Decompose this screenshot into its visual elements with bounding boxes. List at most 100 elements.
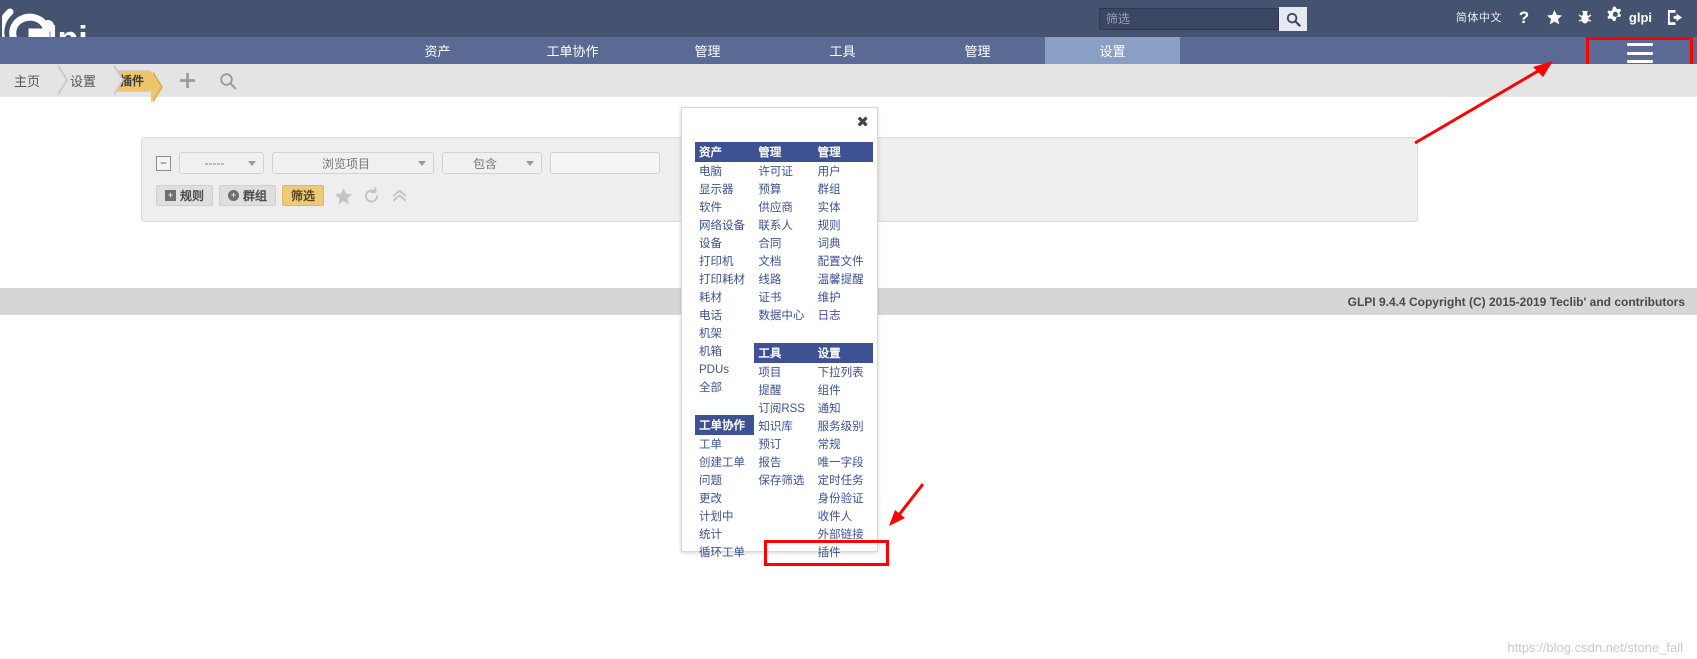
menu-item[interactable]: 证书	[754, 289, 813, 307]
menu-item-plugins[interactable]: 插件	[814, 544, 873, 562]
column-assets-tickets: 资产电脑显示器软件网络设备设备打印机打印耗材耗材电话机架机箱PDUs全部.工单协…	[695, 142, 755, 562]
menu-item[interactable]: 常规	[814, 436, 873, 454]
menu-group-header[interactable]: 管理	[754, 142, 814, 162]
menu-item[interactable]: 计划中	[695, 508, 754, 526]
collapse-chevron-icon[interactable]	[391, 187, 408, 204]
menu-item[interactable]: 供应商	[754, 199, 813, 217]
operator-select[interactable]: 包含	[442, 152, 542, 174]
menu-item[interactable]: 文档	[754, 253, 813, 271]
favorite-star-icon[interactable]	[334, 187, 353, 205]
menu-item[interactable]: 创建工单	[695, 454, 754, 472]
nav-item-administration[interactable]: 管理	[910, 37, 1045, 64]
menu-item[interactable]: 统计	[695, 526, 754, 544]
menu-item[interactable]: 知识库	[754, 418, 813, 436]
add-icon[interactable]	[178, 71, 197, 90]
criteria-value-input[interactable]	[550, 152, 660, 174]
main-navigation-bar: 资产 工单协作 管理 工具 管理 设置	[0, 37, 1697, 92]
menu-item[interactable]: 维护	[814, 289, 873, 307]
question-mark-icon[interactable]: ?	[1516, 8, 1532, 26]
menu-item[interactable]: 更改	[695, 490, 754, 508]
menu-item[interactable]: 设备	[695, 235, 754, 253]
menu-item[interactable]: 线路	[754, 271, 813, 289]
nav-item-tools[interactable]: 工具	[775, 37, 910, 64]
menu-item[interactable]: 身份验证	[814, 490, 873, 508]
menu-item[interactable]: 组件	[814, 382, 873, 400]
menu-item[interactable]: 显示器	[695, 181, 754, 199]
menu-item[interactable]: 温馨提醒	[814, 271, 873, 289]
logout-icon[interactable]	[1666, 9, 1685, 26]
chevron-down-icon	[526, 160, 534, 166]
nav-item-setup[interactable]: 设置	[1045, 37, 1180, 64]
menu-item[interactable]: 下拉列表	[814, 364, 873, 382]
menu-item[interactable]: 工单	[695, 436, 754, 454]
menu-item[interactable]: 唯一字段	[814, 454, 873, 472]
menu-group-header[interactable]: 工单协作	[695, 415, 755, 435]
menu-item[interactable]: PDUs	[695, 361, 754, 379]
breadcrumb-item-home[interactable]: 主页	[0, 64, 69, 97]
apply-filter-button[interactable]: 筛选	[282, 185, 325, 206]
close-icon[interactable]: ✖	[856, 115, 869, 130]
menu-item[interactable]: 通知	[814, 400, 873, 418]
search-button[interactable]	[1279, 7, 1307, 31]
main-nav-items: 资产 工单协作 管理 工具 管理 设置	[370, 37, 1180, 64]
logic-select[interactable]: -----	[179, 152, 264, 174]
hamburger-menu-icon	[1626, 43, 1653, 63]
menu-group-header[interactable]: 管理	[813, 142, 873, 162]
menu-item[interactable]: 外部链接	[814, 526, 873, 544]
menu-item[interactable]: 配置文件	[814, 253, 873, 271]
nav-item-management[interactable]: 管理	[640, 37, 775, 64]
menu-item[interactable]: 报告	[754, 454, 813, 472]
menu-item[interactable]: 循环工单	[695, 544, 754, 562]
menu-item[interactable]: 合同	[754, 235, 813, 253]
menu-group-header[interactable]: 资产	[695, 142, 755, 162]
menu-item[interactable]: 机架	[695, 325, 754, 343]
collapse-criteria-icon[interactable]: −	[156, 155, 171, 171]
menu-item[interactable]: 耗材	[695, 289, 754, 307]
menu-item[interactable]: 全部	[695, 379, 754, 397]
menu-item[interactable]: 打印耗材	[695, 271, 754, 289]
star-icon[interactable]	[1546, 9, 1563, 25]
menu-item[interactable]: 收件人	[814, 508, 873, 526]
add-group-button[interactable]: + 群组	[219, 185, 277, 206]
menu-item[interactable]: 用户	[814, 163, 873, 181]
search-input[interactable]	[1099, 8, 1279, 30]
user-menu[interactable]: glpi	[1607, 6, 1652, 28]
menu-item[interactable]: 词典	[814, 235, 873, 253]
menu-item[interactable]: 机箱	[695, 343, 754, 361]
menu-item[interactable]: 问题	[695, 472, 754, 490]
menu-item[interactable]: 项目	[754, 364, 813, 382]
menu-group-header[interactable]: 工具	[754, 343, 814, 363]
menu-item[interactable]: 保存筛选	[754, 472, 813, 490]
bug-icon[interactable]	[1577, 9, 1593, 26]
menu-item[interactable]: 提醒	[754, 382, 813, 400]
global-search	[1099, 7, 1307, 31]
reset-icon[interactable]	[363, 186, 381, 205]
menu-item[interactable]: 预算	[754, 181, 813, 199]
menu-item[interactable]: 实体	[814, 199, 873, 217]
plus-square-icon: +	[165, 190, 176, 201]
menu-item[interactable]: 数据中心	[754, 307, 813, 325]
menu-item[interactable]: 网络设备	[695, 217, 754, 235]
nav-item-helpdesk[interactable]: 工单协作	[505, 37, 640, 64]
nav-item-assets[interactable]: 资产	[370, 37, 505, 64]
language-label[interactable]: 简体中文	[1456, 9, 1502, 25]
menu-item[interactable]: 预订	[754, 436, 813, 454]
field-select[interactable]: 浏览项目	[272, 152, 434, 174]
menu-item[interactable]: 打印机	[695, 253, 754, 271]
filter-row-actions: + 规则 + 群组 筛选	[156, 185, 408, 206]
menu-group-header[interactable]: 设置	[813, 343, 873, 363]
menu-item[interactable]: 电话	[695, 307, 754, 325]
menu-item[interactable]: 电脑	[695, 163, 754, 181]
menu-item[interactable]: 群组	[814, 181, 873, 199]
add-rule-button[interactable]: + 规则	[156, 185, 214, 206]
menu-item[interactable]: 服务级别	[814, 418, 873, 436]
menu-item[interactable]: 许可证	[754, 163, 813, 181]
menu-item[interactable]: 定时任务	[814, 472, 873, 490]
menu-item[interactable]: 订阅RSS	[754, 400, 813, 418]
search-icon[interactable]	[219, 72, 237, 90]
menu-item[interactable]: 规则	[814, 217, 873, 235]
menu-item[interactable]: 软件	[695, 199, 754, 217]
menu-item[interactable]: 联系人	[754, 217, 813, 235]
chevron-down-icon	[248, 160, 256, 166]
menu-item[interactable]: 日志	[814, 307, 873, 325]
